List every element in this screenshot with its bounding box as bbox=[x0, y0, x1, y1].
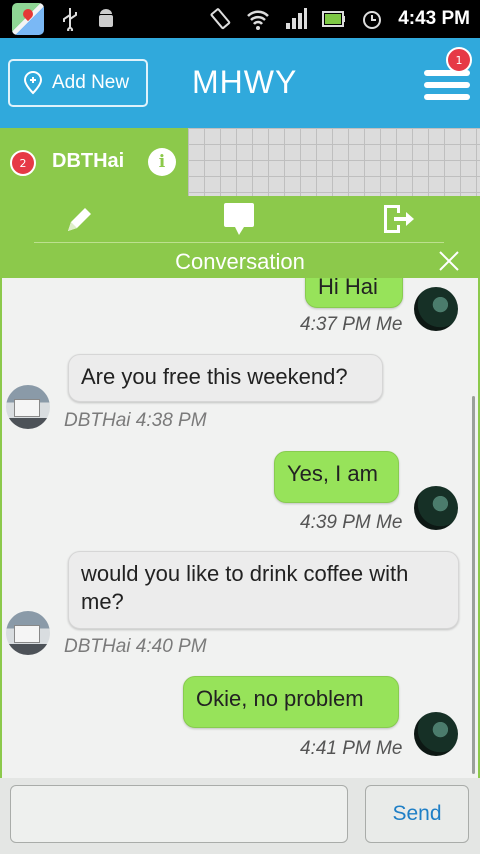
edit-icon bbox=[68, 208, 91, 231]
contact-strip: 2 DBTHai i bbox=[0, 128, 480, 196]
logout-icon bbox=[384, 205, 414, 233]
scrollbar[interactable] bbox=[472, 396, 475, 774]
grid-area bbox=[188, 128, 480, 196]
avatar bbox=[6, 611, 50, 655]
avatar bbox=[414, 486, 458, 530]
add-location-icon bbox=[23, 71, 43, 95]
message-bubble-outgoing: Yes, I am bbox=[274, 451, 399, 503]
menu-icon-bar bbox=[424, 82, 470, 88]
unread-badge: 2 bbox=[10, 150, 36, 176]
message-meta: 4:39 PM Me bbox=[300, 512, 403, 533]
send-button[interactable]: Send bbox=[365, 785, 469, 843]
close-icon[interactable] bbox=[438, 250, 460, 272]
message-bubble-outgoing: Okie, no problem bbox=[183, 676, 399, 728]
info-icon[interactable]: i bbox=[148, 148, 176, 176]
contact-tab[interactable]: 2 DBTHai i bbox=[0, 128, 188, 196]
chat-icon bbox=[224, 203, 254, 235]
usb-icon bbox=[63, 8, 77, 31]
message-bubble-incoming: Are you free this weekend? bbox=[68, 354, 383, 402]
composer: Send bbox=[0, 778, 480, 854]
battery-icon bbox=[322, 11, 346, 27]
conversation-title: Conversation bbox=[175, 249, 305, 274]
edit-button[interactable] bbox=[60, 202, 100, 236]
signal-icon bbox=[286, 8, 308, 29]
status-bar: 4:43 PM bbox=[0, 0, 480, 38]
android-icon bbox=[99, 9, 113, 27]
message-input[interactable] bbox=[10, 785, 348, 843]
avatar bbox=[6, 385, 50, 429]
vibrate-icon bbox=[210, 8, 231, 30]
maps-icon bbox=[12, 3, 44, 35]
wifi-icon bbox=[247, 10, 270, 30]
tab-underline bbox=[34, 242, 444, 243]
message-meta: DBTHai 4:40 PM bbox=[64, 636, 207, 657]
alarm-icon bbox=[363, 11, 382, 29]
menu-button[interactable] bbox=[424, 70, 470, 102]
message-bubble-outgoing: Hi Hai bbox=[305, 278, 403, 308]
menu-icon-bar bbox=[424, 94, 470, 100]
message-bubble-incoming: would you like to drink coffee with me? bbox=[68, 551, 459, 629]
logout-button[interactable] bbox=[378, 202, 418, 236]
conversation-panel: Conversation Hi Hai 4:37 PM Me Are you f… bbox=[0, 246, 480, 854]
add-new-button[interactable]: Add New bbox=[8, 59, 148, 107]
add-new-label: Add New bbox=[52, 72, 130, 93]
avatar bbox=[414, 287, 458, 331]
notification-badge: 1 bbox=[446, 47, 472, 73]
avatar bbox=[414, 712, 458, 756]
action-bar bbox=[0, 196, 480, 246]
message-meta: 4:41 PM Me bbox=[300, 738, 403, 759]
message-meta: 4:37 PM Me bbox=[300, 314, 403, 335]
app-title: MHWY bbox=[192, 64, 298, 100]
message-list[interactable]: Hi Hai 4:37 PM Me Are you free this week… bbox=[2, 278, 478, 778]
status-clock: 4:43 PM bbox=[398, 8, 470, 29]
message-meta: DBTHai 4:38 PM bbox=[64, 410, 207, 431]
chat-button[interactable] bbox=[219, 202, 259, 236]
contact-name: DBTHai bbox=[52, 150, 125, 172]
app-header: Add New MHWY 1 bbox=[0, 38, 480, 128]
